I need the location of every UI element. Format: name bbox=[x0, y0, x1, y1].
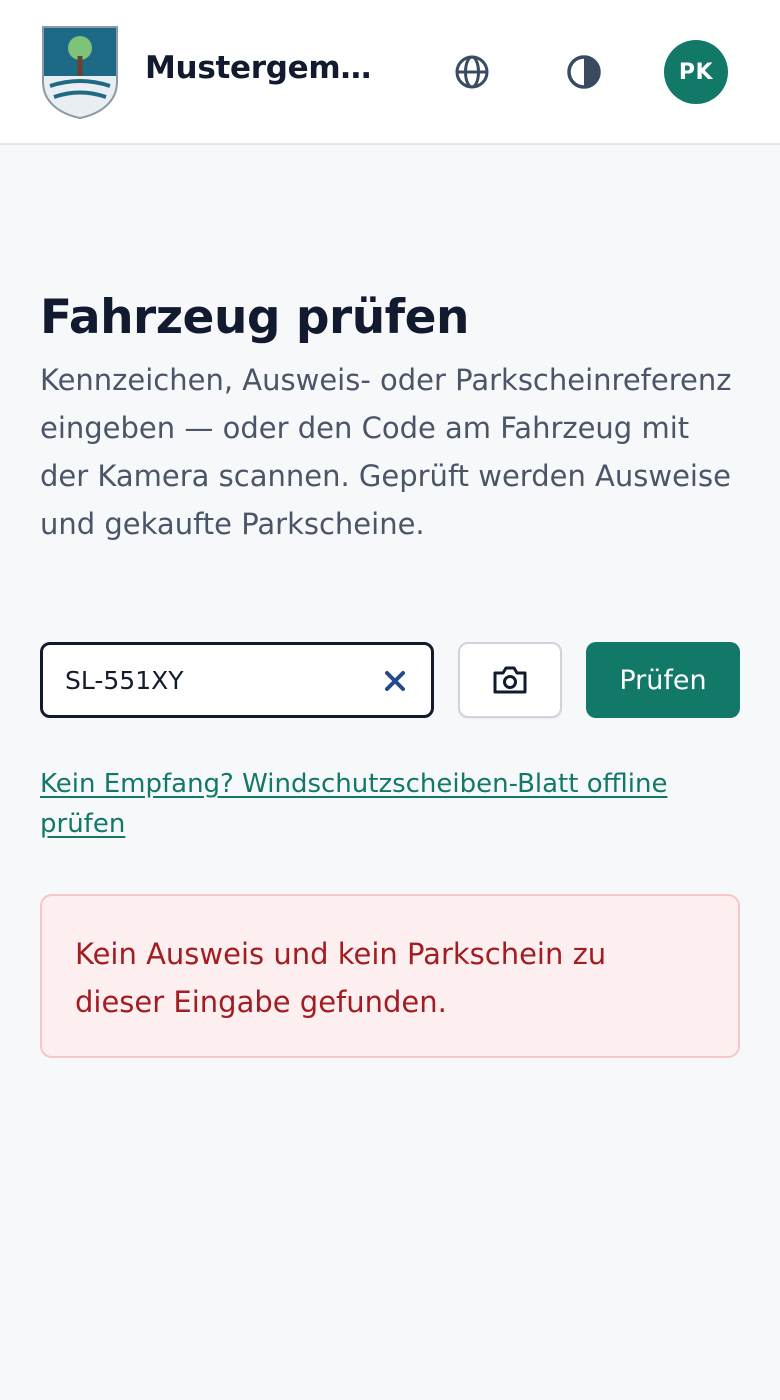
page-title: Fahrzeug prüfen bbox=[40, 290, 469, 345]
contrast-icon bbox=[567, 55, 601, 89]
error-message: Kein Ausweis und kein Parkschein zu dies… bbox=[75, 937, 607, 1019]
close-icon[interactable] bbox=[383, 669, 407, 693]
theme-toggle-button[interactable] bbox=[552, 40, 616, 104]
app-header: Mustergemei... PK bbox=[0, 0, 780, 145]
page-intro: Kennzeichen, Ausweis- oder Parkscheinref… bbox=[40, 363, 732, 541]
app-title: Mustergemei... bbox=[145, 50, 390, 86]
user-avatar[interactable]: PK bbox=[664, 40, 728, 104]
check-button[interactable]: Prüfen bbox=[586, 642, 740, 718]
municipal-crest-icon[interactable] bbox=[40, 24, 120, 120]
language-button[interactable] bbox=[440, 40, 504, 104]
camera-icon bbox=[493, 666, 527, 694]
camera-scan-button[interactable] bbox=[458, 642, 562, 718]
search-field[interactable] bbox=[40, 642, 434, 718]
globe-icon bbox=[455, 55, 489, 89]
offline-check-link[interactable]: Kein Empfang? Windschutzscheiben-Blatt o… bbox=[40, 764, 740, 844]
error-alert: Kein Ausweis und kein Parkschein zu dies… bbox=[40, 894, 740, 1058]
search-input[interactable] bbox=[65, 661, 365, 699]
